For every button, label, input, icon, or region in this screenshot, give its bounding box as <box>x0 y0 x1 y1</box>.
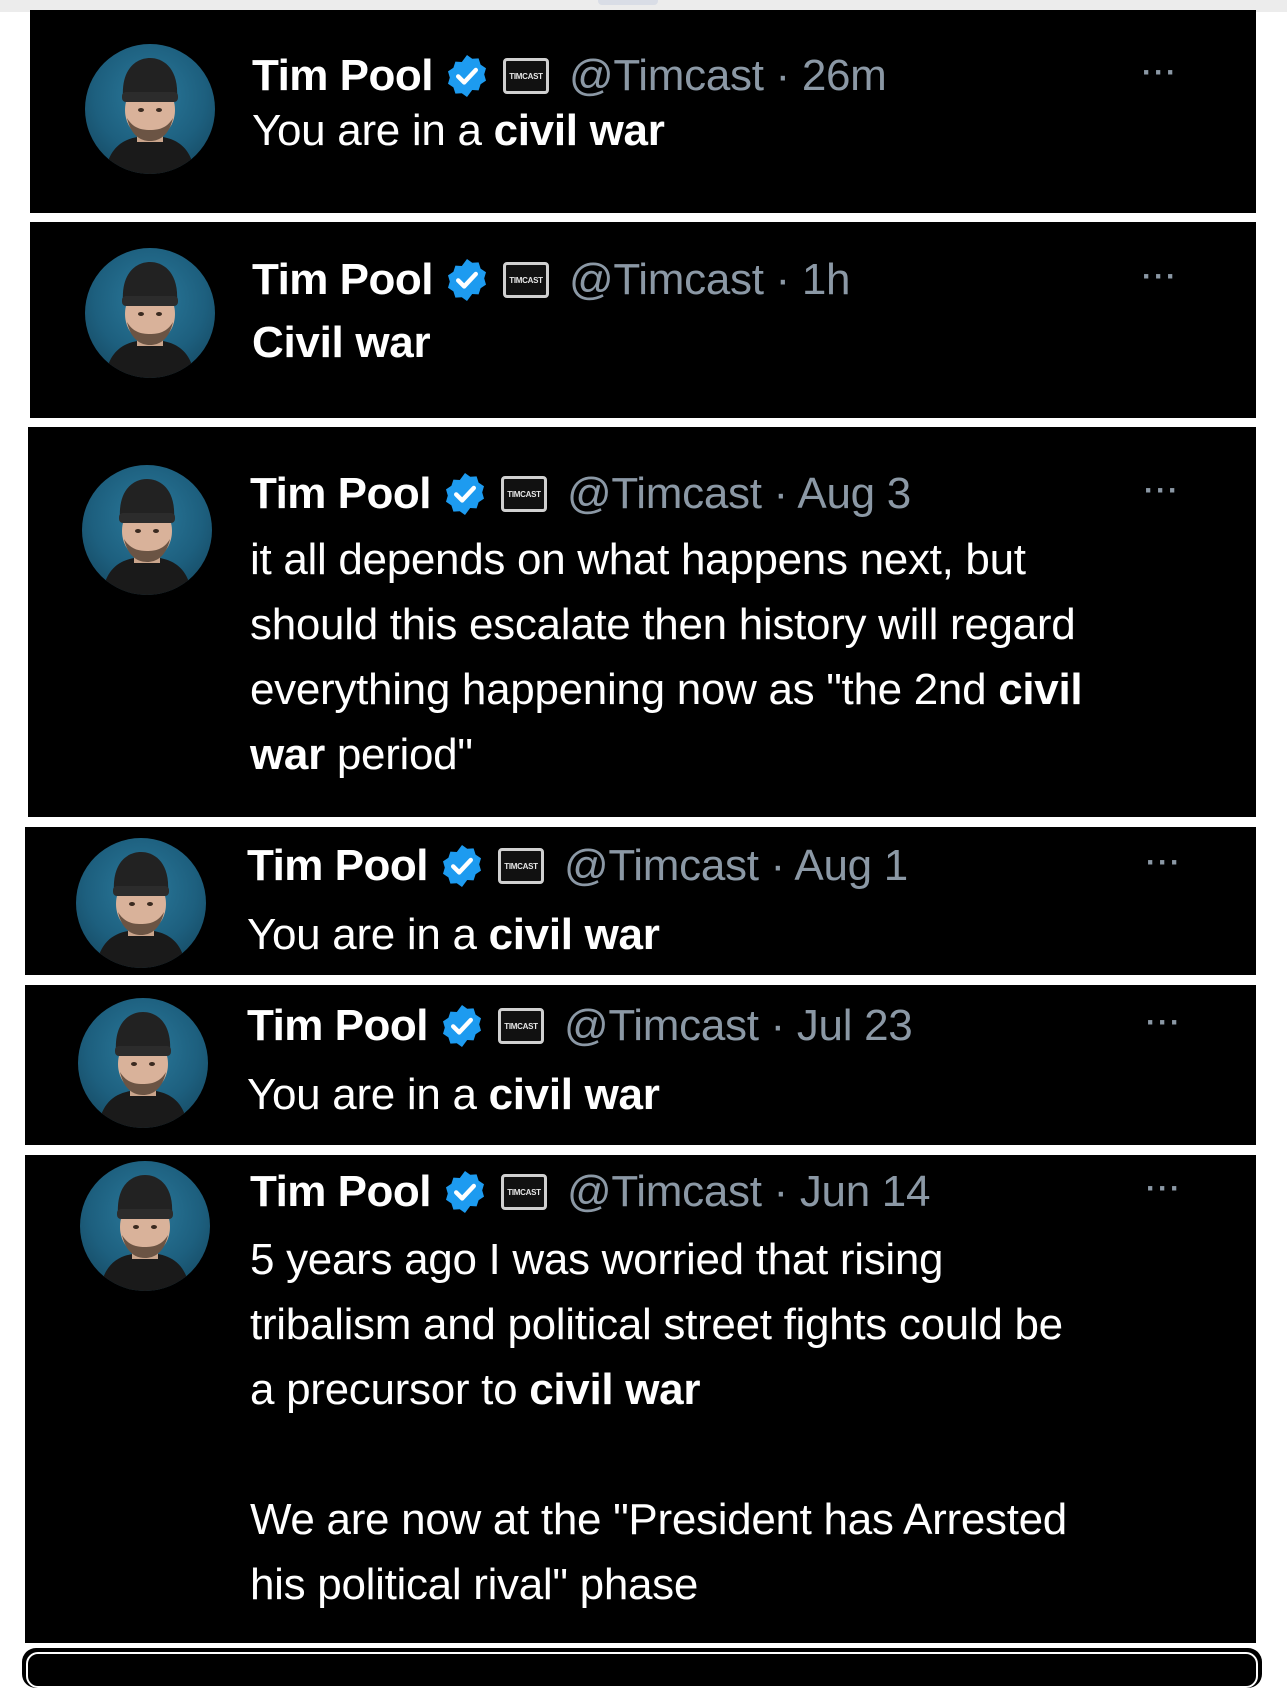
more-options-icon[interactable]: ··· <box>1142 56 1178 90</box>
text-segment: a precursor to <box>250 1365 530 1414</box>
display-name[interactable]: Tim Pool <box>252 255 433 305</box>
text-segment: everything happening now as "the 2nd <box>250 665 999 714</box>
display-name[interactable]: Tim Pool <box>247 841 428 891</box>
timcast-affiliate-icon[interactable]: TIMCAST <box>500 476 547 512</box>
tweet-paragraph: We are now at the "President has Arreste… <box>250 1487 1067 1617</box>
more-options-icon[interactable]: ··· <box>1146 1006 1182 1040</box>
handle-and-timestamp[interactable]: @Timcast · Aug 3 <box>567 469 911 519</box>
tweet-line: everything happening now as "the 2nd civ… <box>250 657 1083 722</box>
tweet-card[interactable]: Tim Pool TIMCAST @Timcast · Aug 3 ··· it … <box>28 427 1256 817</box>
display-name[interactable]: Tim Pool <box>247 1001 428 1051</box>
tweet-card[interactable]: Tim Pool TIMCAST @Timcast · Aug 1 ··· You… <box>25 827 1256 975</box>
tweet-line: it all depends on what happens next, but <box>250 527 1082 592</box>
bold-text-segment: Civil war <box>252 318 431 367</box>
handle-and-timestamp[interactable]: @Timcast · Jun 14 <box>567 1167 930 1217</box>
handle-and-timestamp[interactable]: @Timcast · Jul 23 <box>564 1001 913 1051</box>
verified-badge-icon[interactable] <box>441 1168 489 1216</box>
more-options-icon[interactable]: ··· <box>1146 846 1182 880</box>
timcast-affiliate-icon[interactable]: TIMCAST <box>500 1174 547 1210</box>
verified-badge-icon[interactable] <box>438 1002 486 1050</box>
verified-badge-icon[interactable] <box>438 842 486 890</box>
tweet-text: You are in a civil war <box>252 98 665 163</box>
text-segment: his political rival" phase <box>250 1560 699 1609</box>
tweet-header: Tim Pool TIMCAST @Timcast · 1h <box>252 252 850 308</box>
display-name[interactable]: Tim Pool <box>250 1167 431 1217</box>
handle-and-timestamp[interactable]: @Timcast · Aug 1 <box>564 841 908 891</box>
text-segment: You are in a <box>247 1070 489 1119</box>
more-options-icon[interactable]: ··· <box>1146 1172 1182 1206</box>
tweet-paragraph: You are in a civil war <box>247 1062 660 1127</box>
verified-badge-icon[interactable] <box>443 256 491 304</box>
tweet-header: Tim Pool TIMCAST @Timcast · Jul 23 <box>247 998 913 1054</box>
next-tweet-card-border <box>26 1652 1258 1688</box>
tweet-text: 5 years ago I was worried that rising tri… <box>250 1227 1067 1617</box>
tweet-line: Civil war <box>252 310 431 375</box>
bold-text-segment: war <box>250 730 325 779</box>
text-segment: You are in a <box>252 106 494 155</box>
tweet-line: a precursor to civil war <box>250 1357 1067 1422</box>
tweet-text: it all depends on what happens next, but… <box>250 527 1083 787</box>
next-tweet-card-edge <box>22 1648 1262 1688</box>
display-name[interactable]: Tim Pool <box>250 469 431 519</box>
tweet-paragraph: Civil war <box>252 310 431 375</box>
text-segment: 5 years ago I was worried that rising <box>250 1235 944 1284</box>
bold-text-segment: civil <box>998 665 1083 714</box>
handle-and-timestamp[interactable]: @Timcast · 1h <box>569 255 850 305</box>
avatar[interactable] <box>85 44 215 174</box>
tweet-line: war period" <box>250 722 1082 787</box>
top-handle <box>598 0 658 5</box>
tweet-text: You are in a civil war <box>247 902 660 967</box>
tweet-line: 5 years ago I was worried that rising <box>250 1227 1067 1292</box>
avatar[interactable] <box>82 465 212 595</box>
tweet-paragraph: 5 years ago I was worried that rising tri… <box>250 1227 1067 1422</box>
tweet-header: Tim Pool TIMCAST @Timcast · Aug 1 <box>247 838 908 894</box>
display-name[interactable]: Tim Pool <box>252 51 433 101</box>
text-segment: period" <box>324 730 473 779</box>
timcast-affiliate-icon[interactable]: TIMCAST <box>497 1008 544 1044</box>
timcast-affiliate-icon[interactable]: TIMCAST <box>502 262 549 298</box>
handle-and-timestamp[interactable]: @Timcast · 26m <box>569 51 887 101</box>
tweet-header: Tim Pool TIMCAST @Timcast · Aug 3 <box>250 466 911 522</box>
text-segment: You are in a <box>247 910 489 959</box>
bold-text-segment: civil war <box>493 106 665 155</box>
tweet-text: You are in a civil war <box>247 1062 660 1127</box>
more-options-icon[interactable]: ··· <box>1142 260 1178 294</box>
tweet-line: You are in a civil war <box>247 902 660 967</box>
tweet-text: Civil war <box>252 310 431 375</box>
avatar[interactable] <box>76 838 206 968</box>
tweet-card[interactable]: Tim Pool TIMCAST @Timcast · Jul 23 ··· Yo… <box>25 985 1256 1145</box>
avatar[interactable] <box>80 1161 210 1291</box>
avatar[interactable] <box>78 998 208 1128</box>
tweet-line: You are in a civil war <box>252 98 665 163</box>
tweet-line: You are in a civil war <box>247 1062 660 1127</box>
tweet-line: tribalism and political street fights co… <box>250 1292 1067 1357</box>
tweet-line: his political rival" phase <box>250 1552 1067 1617</box>
avatar[interactable] <box>85 248 215 378</box>
tweet-header: Tim Pool TIMCAST @Timcast · Jun 14 <box>250 1164 930 1220</box>
bold-text-segment: civil war <box>488 910 660 959</box>
tweet-paragraph: You are in a civil war <box>252 98 665 163</box>
text-segment: it all depends on what happens next, but <box>250 535 1026 584</box>
timcast-affiliate-icon[interactable]: TIMCAST <box>497 848 544 884</box>
bold-text-segment: civil war <box>529 1365 701 1414</box>
tweet-header: Tim Pool TIMCAST @Timcast · 26m <box>252 48 887 104</box>
more-options-icon[interactable]: ··· <box>1144 474 1180 508</box>
verified-badge-icon[interactable] <box>443 52 491 100</box>
tweet-card[interactable]: Tim Pool TIMCAST @Timcast · 26m ··· You a… <box>30 10 1256 213</box>
tweet-line: We are now at the "President has Arreste… <box>250 1487 1067 1552</box>
tweet-paragraph: You are in a civil war <box>247 902 660 967</box>
tweet-line: should this escalate then history will r… <box>250 592 1082 657</box>
text-segment: We are now at the "President has Arreste… <box>250 1495 1067 1544</box>
tweet-card[interactable]: Tim Pool TIMCAST @Timcast · 1h ··· Civil … <box>30 222 1256 418</box>
bold-text-segment: civil war <box>488 1070 660 1119</box>
tweet-card[interactable]: Tim Pool TIMCAST @Timcast · Jun 14 ··· 5 … <box>25 1155 1256 1643</box>
text-segment: should this escalate then history will r… <box>250 600 1076 649</box>
text-segment: tribalism and political street fights co… <box>250 1300 1063 1349</box>
verified-badge-icon[interactable] <box>441 470 489 518</box>
tweet-paragraph: it all depends on what happens next, but… <box>250 527 1083 787</box>
timcast-affiliate-icon[interactable]: TIMCAST <box>502 58 549 94</box>
